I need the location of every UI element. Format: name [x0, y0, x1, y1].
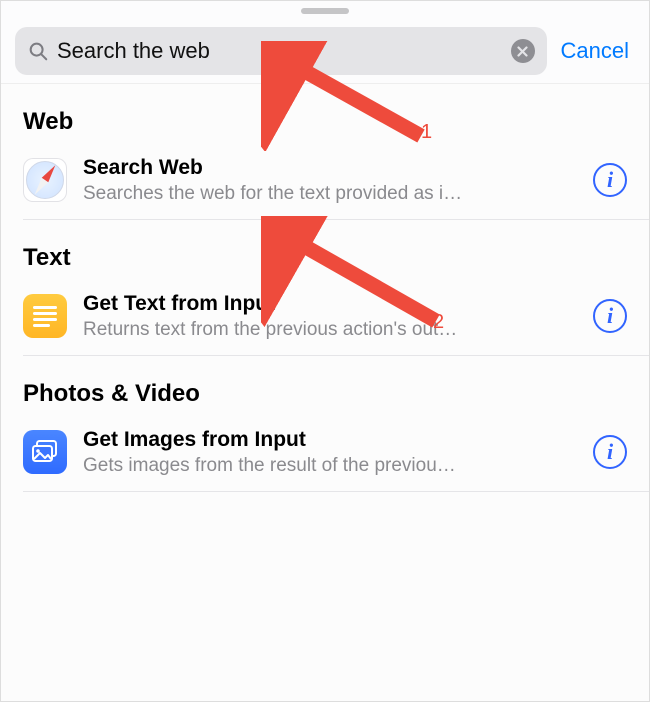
action-subtitle: Gets images from the result of the previ…	[83, 453, 577, 479]
action-row-search-web[interactable]: Search Web Searches the web for the text…	[1, 144, 649, 219]
action-row-text: Search Web Searches the web for the text…	[83, 154, 577, 207]
action-title: Get Images from Input	[83, 426, 577, 453]
divider	[23, 491, 649, 492]
action-row-get-text[interactable]: Get Text from Input Returns text from th…	[1, 280, 649, 355]
safari-icon	[23, 158, 67, 202]
search-icon	[27, 40, 49, 62]
photo-stack-icon	[23, 430, 67, 474]
search-input[interactable]	[57, 38, 503, 64]
section-header-web: Web	[1, 84, 649, 144]
search-field[interactable]	[15, 27, 547, 75]
cancel-button[interactable]: Cancel	[559, 38, 635, 64]
action-row-text: Get Images from Input Gets images from t…	[83, 426, 577, 479]
info-button[interactable]: i	[593, 435, 627, 469]
action-title: Get Text from Input	[83, 290, 577, 317]
info-button[interactable]: i	[593, 299, 627, 333]
action-row-get-images[interactable]: Get Images from Input Gets images from t…	[1, 416, 649, 491]
sheet-container: Cancel Web Search Web Searches the web f…	[0, 0, 650, 702]
clear-button[interactable]	[511, 39, 535, 63]
info-button[interactable]: i	[593, 163, 627, 197]
action-title: Search Web	[83, 154, 577, 181]
text-document-icon	[23, 294, 67, 338]
action-subtitle: Returns text from the previous action's …	[83, 317, 577, 343]
action-subtitle: Searches the web for the text provided a…	[83, 181, 577, 207]
section-header-text: Text	[1, 220, 649, 280]
xmark-icon	[517, 46, 528, 57]
section-header-photos: Photos & Video	[1, 356, 649, 416]
action-row-text: Get Text from Input Returns text from th…	[83, 290, 577, 343]
sheet-grabber[interactable]	[301, 8, 349, 14]
